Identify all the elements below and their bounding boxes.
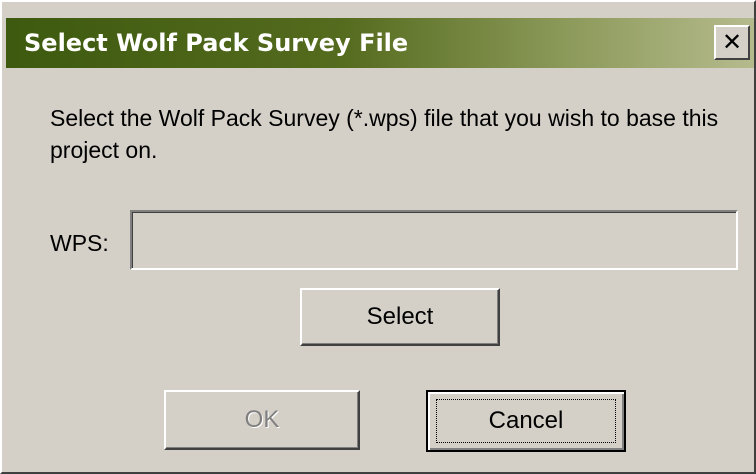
dialog-title: Select Wolf Pack Survey File [24, 29, 409, 57]
ok-button[interactable]: OK [164, 390, 360, 450]
wps-path-field[interactable] [130, 210, 738, 270]
select-button[interactable]: Select [300, 288, 500, 346]
wps-label: WPS: [50, 230, 109, 256]
cancel-button-label: Cancel [488, 407, 564, 434]
close-icon: ✕ [721, 28, 743, 56]
title-bar[interactable]: Select Wolf Pack Survey File ✕ [6, 18, 754, 68]
select-wps-dialog: Select Wolf Pack Survey File ✕ Select th… [0, 0, 756, 474]
instruction-text: Select the Wolf Pack Survey (*.wps) file… [50, 105, 719, 163]
cancel-button[interactable]: Cancel [426, 390, 626, 452]
close-button[interactable]: ✕ [714, 25, 750, 60]
select-button-label: Select [366, 303, 434, 330]
ok-button-label: OK [244, 406, 280, 433]
